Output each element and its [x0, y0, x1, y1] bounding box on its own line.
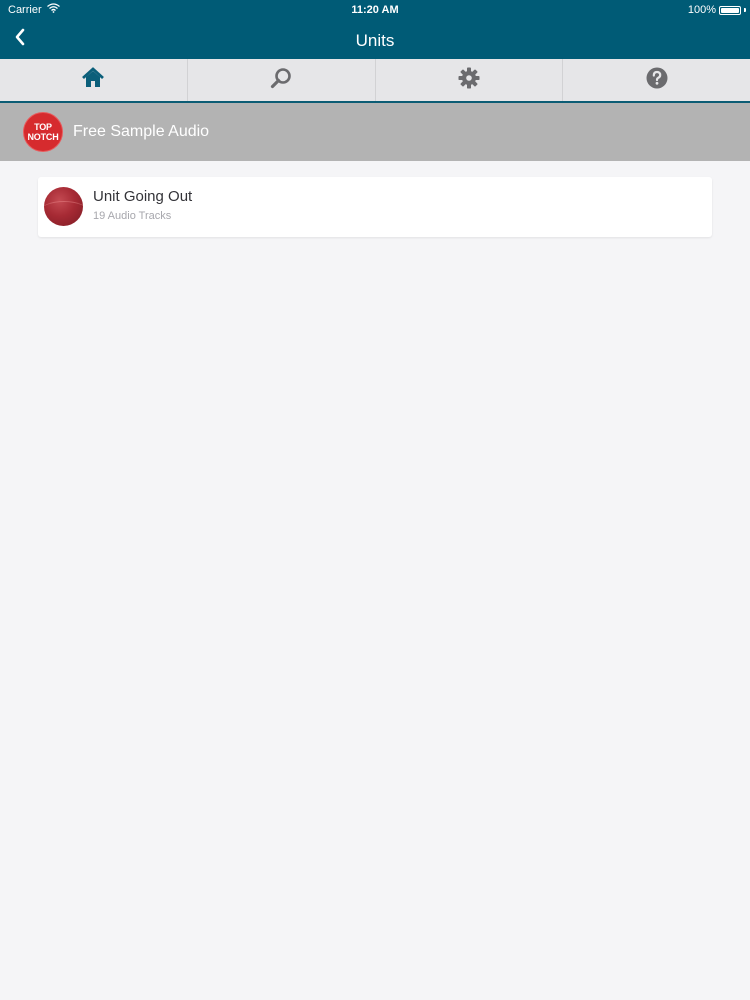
logo-line-2: NOTCH [27, 132, 59, 142]
battery-tip [744, 8, 746, 12]
section-header: TOP NOTCH Free Sample Audio [0, 103, 750, 161]
app-header: Carrier 11:20 AM 100% Units [0, 0, 750, 59]
unit-title: Unit Going Out [93, 188, 193, 205]
tab-help[interactable] [563, 59, 750, 101]
home-icon [81, 66, 105, 94]
tab-home[interactable] [0, 59, 188, 101]
tab-search[interactable] [188, 59, 376, 101]
search-icon [269, 66, 293, 95]
navigation-bar: Units [0, 20, 750, 59]
unit-thumbnail [44, 187, 83, 226]
battery-fill [721, 7, 739, 13]
status-right: 100% [688, 0, 746, 20]
status-time: 11:20 AM [351, 4, 399, 16]
section-title: Free Sample Audio [73, 123, 210, 140]
battery-percentage: 100% [687, 4, 716, 16]
tab-settings[interactable] [376, 59, 564, 101]
page-title: Units [355, 31, 395, 50]
top-notch-logo: TOP NOTCH [23, 112, 63, 152]
gear-icon [457, 66, 481, 95]
tab-bar [0, 59, 750, 103]
logo-line-1: TOP [34, 122, 52, 132]
unit-track-count: 19 Audio Tracks [93, 210, 172, 222]
status-bar: Carrier 11:20 AM 100% [0, 0, 750, 20]
unit-list-item[interactable]: Unit Going Out 19 Audio Tracks [38, 177, 712, 237]
help-icon [646, 67, 668, 94]
battery-icon [719, 5, 741, 15]
